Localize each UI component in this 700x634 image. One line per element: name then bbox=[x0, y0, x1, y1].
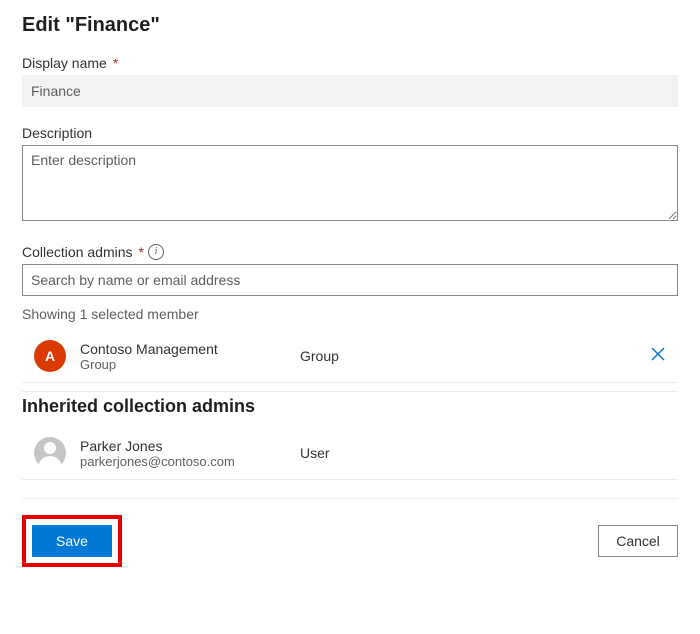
admin-subtitle: Group bbox=[80, 357, 300, 372]
display-name-label-text: Display name bbox=[22, 55, 107, 71]
info-icon[interactable]: i bbox=[148, 244, 164, 260]
inherited-name: Parker Jones bbox=[80, 438, 300, 454]
admins-hint: Showing 1 selected member bbox=[22, 306, 678, 322]
save-highlight: Save bbox=[22, 515, 122, 567]
display-name-input[interactable] bbox=[22, 75, 678, 107]
save-button[interactable]: Save bbox=[32, 525, 112, 557]
admin-type: Group bbox=[300, 348, 638, 364]
description-label: Description bbox=[22, 125, 678, 141]
inherited-subtitle: parkerjones@contoso.com bbox=[80, 454, 300, 469]
page-title: Edit "Finance" bbox=[22, 14, 678, 37]
collection-admins-required: * bbox=[139, 244, 144, 260]
cancel-button[interactable]: Cancel bbox=[598, 525, 678, 557]
persona-icon bbox=[34, 437, 66, 469]
display-name-label: Display name * bbox=[22, 55, 678, 71]
divider bbox=[22, 391, 678, 392]
inherited-type: User bbox=[300, 445, 638, 461]
admin-row: A Contoso Management Group Group bbox=[22, 330, 678, 383]
inherited-title: Inherited collection admins bbox=[22, 396, 678, 417]
display-name-required: * bbox=[113, 55, 118, 71]
close-icon bbox=[651, 347, 665, 361]
collection-admins-label-text: Collection admins bbox=[22, 244, 133, 260]
admins-search-input[interactable] bbox=[22, 264, 678, 296]
footer: Save Cancel bbox=[22, 498, 678, 567]
description-textarea[interactable] bbox=[22, 145, 678, 221]
remove-admin-button[interactable] bbox=[638, 347, 678, 366]
avatar-icon: A bbox=[34, 340, 66, 372]
collection-admins-label: Collection admins * i bbox=[22, 244, 678, 260]
inherited-row: Parker Jones parkerjones@contoso.com Use… bbox=[22, 427, 678, 480]
admin-name: Contoso Management bbox=[80, 341, 300, 357]
